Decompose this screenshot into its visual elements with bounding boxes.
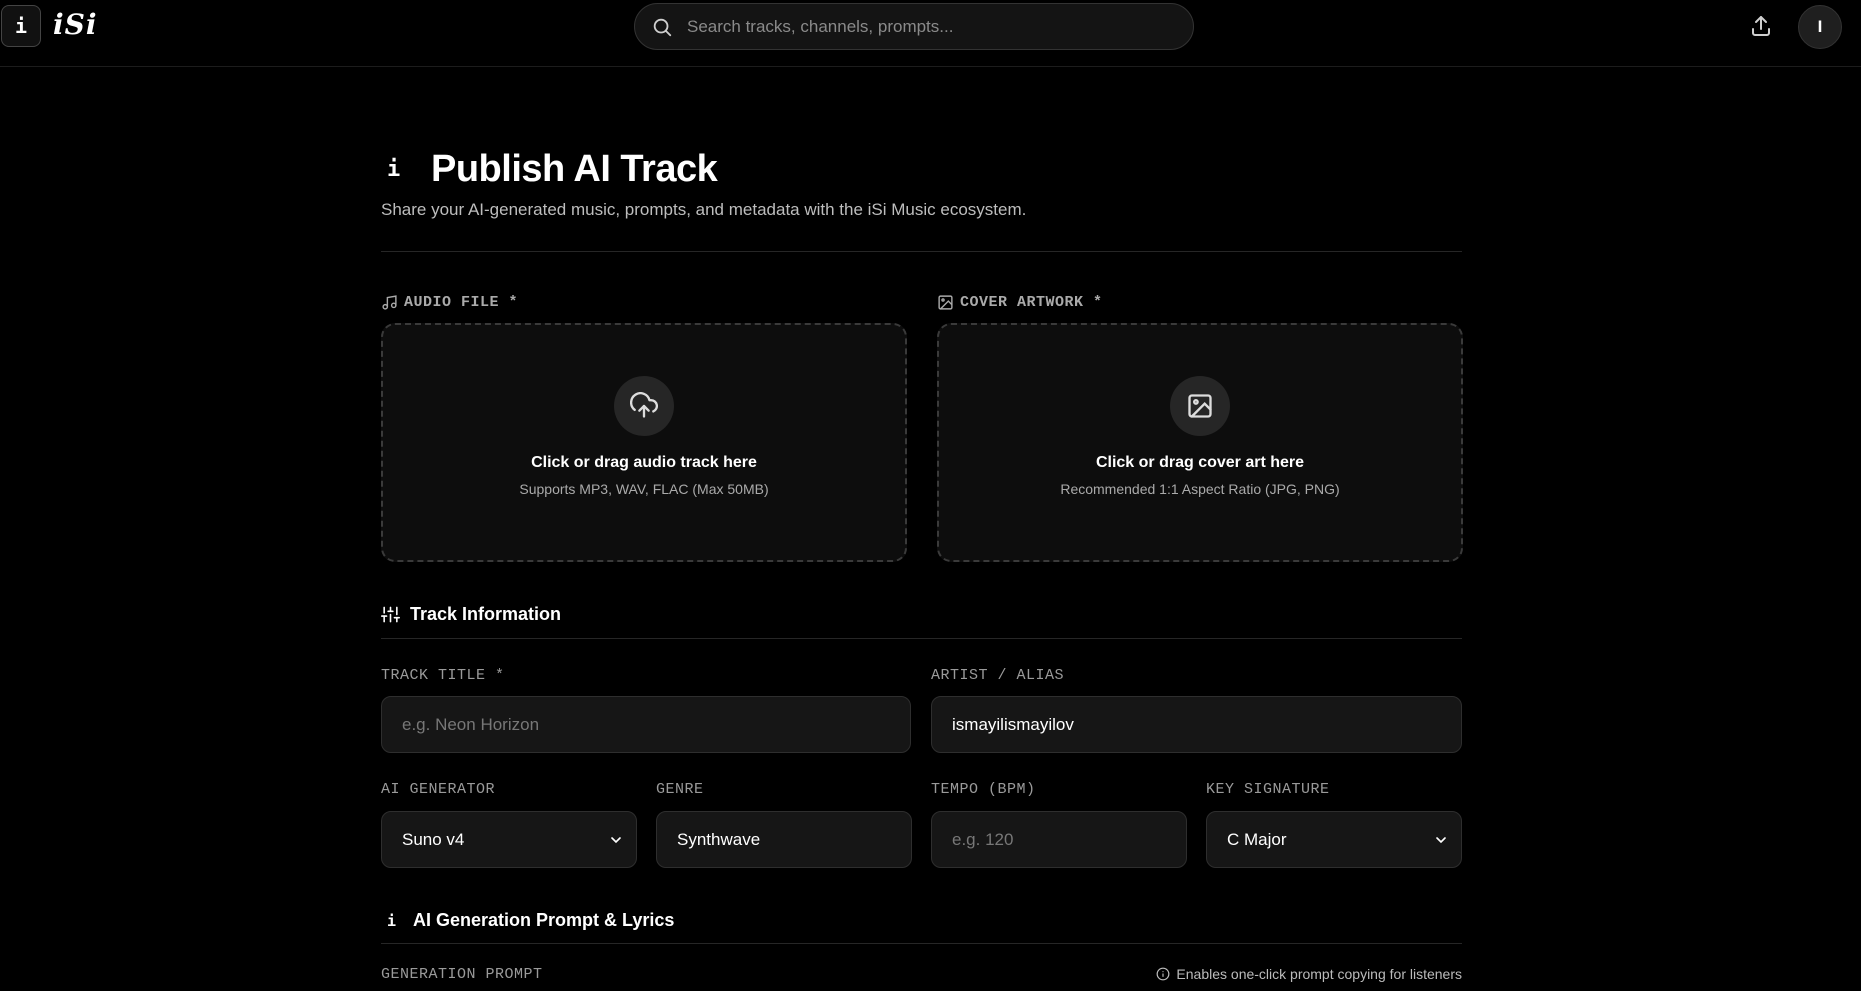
page-title: Publish AI Track bbox=[431, 148, 718, 190]
prompt-heading-icon: i bbox=[387, 911, 397, 930]
ai-generator-label: AI GENERATOR bbox=[381, 781, 496, 798]
tempo-input[interactable] bbox=[931, 811, 1187, 868]
prompt-copy-hint-text: Enables one-click prompt copying for lis… bbox=[1176, 966, 1462, 982]
logo-glyph: i bbox=[14, 14, 28, 38]
upload-button[interactable] bbox=[1747, 12, 1775, 40]
page-heading: i Publish AI Track bbox=[381, 148, 718, 191]
title-icon: i bbox=[387, 157, 401, 182]
header-divider bbox=[381, 251, 1462, 252]
brand-name[interactable]: iSi bbox=[53, 8, 98, 41]
search-input[interactable] bbox=[687, 16, 1167, 37]
audio-dropzone[interactable]: Click or drag audio track here Supports … bbox=[381, 323, 907, 562]
cover-artwork-label: COVER ARTWORK * bbox=[937, 294, 1103, 311]
key-signature-value: C Major bbox=[1227, 829, 1287, 849]
track-information-title: Track Information bbox=[410, 604, 562, 624]
tempo-label: TEMPO (BPM) bbox=[931, 781, 1036, 798]
track-title-label: TRACK TITLE * bbox=[381, 667, 505, 684]
upload-icon bbox=[1752, 16, 1770, 36]
prompt-lyrics-title: AI Generation Prompt & Lyrics bbox=[413, 910, 675, 930]
key-signature-select[interactable]: C Major bbox=[1206, 811, 1462, 868]
track-title-input[interactable] bbox=[381, 696, 911, 753]
cover-drop-secondary: Recommended 1:1 Aspect Ratio (JPG, PNG) bbox=[1060, 481, 1340, 497]
track-information-heading: Track Information bbox=[381, 604, 561, 625]
ai-generator-value: Suno v4 bbox=[402, 829, 465, 849]
image-upload-icon bbox=[1188, 394, 1212, 418]
generation-prompt-label: GENERATION PROMPT bbox=[381, 966, 543, 983]
search-icon bbox=[653, 18, 672, 36]
logo-button[interactable]: i bbox=[1, 5, 41, 47]
cover-dropzone[interactable]: Click or drag cover art here Recommended… bbox=[937, 323, 1463, 562]
image-icon bbox=[938, 295, 953, 310]
artist-alias-label: ARTIST / ALIAS bbox=[931, 667, 1065, 684]
top-bar: i iSi I bbox=[0, 0, 1861, 67]
cover-drop-primary: Click or drag cover art here bbox=[1095, 454, 1305, 471]
audio-upload-circle bbox=[614, 376, 674, 436]
prompt-lyrics-heading: i AI Generation Prompt & Lyrics bbox=[387, 910, 674, 931]
page-subtitle: Share your AI-generated music, prompts, … bbox=[381, 200, 1027, 219]
audio-drop-secondary: Supports MP3, WAV, FLAC (Max 50MB) bbox=[519, 481, 769, 497]
sliders-icon bbox=[381, 606, 400, 623]
chevron-down-icon bbox=[611, 836, 621, 843]
audio-file-label: AUDIO FILE * bbox=[381, 294, 518, 311]
key-signature-label: KEY SIGNATURE bbox=[1206, 781, 1330, 798]
genre-label: GENRE bbox=[656, 781, 704, 798]
artist-alias-input[interactable] bbox=[931, 696, 1462, 753]
search-bar[interactable] bbox=[634, 3, 1194, 50]
cover-label-text: COVER ARTWORK * bbox=[960, 294, 1103, 311]
ai-generator-select[interactable]: Suno v4 bbox=[381, 811, 637, 868]
audio-label-text: AUDIO FILE * bbox=[404, 294, 519, 311]
avatar-initial: I bbox=[1817, 17, 1823, 36]
music-note-icon bbox=[382, 295, 397, 310]
track-info-divider bbox=[381, 638, 1462, 639]
prompt-divider bbox=[381, 943, 1462, 944]
audio-drop-primary: Click or drag audio track here bbox=[531, 454, 757, 471]
genre-input[interactable] bbox=[656, 811, 912, 868]
avatar[interactable]: I bbox=[1798, 5, 1842, 49]
chevron-down-icon bbox=[1436, 836, 1446, 843]
prompt-copy-hint: Enables one-click prompt copying for lis… bbox=[1156, 966, 1462, 982]
info-icon bbox=[1157, 967, 1170, 981]
cover-upload-circle bbox=[1170, 376, 1230, 436]
cloud-upload-icon bbox=[630, 392, 658, 418]
